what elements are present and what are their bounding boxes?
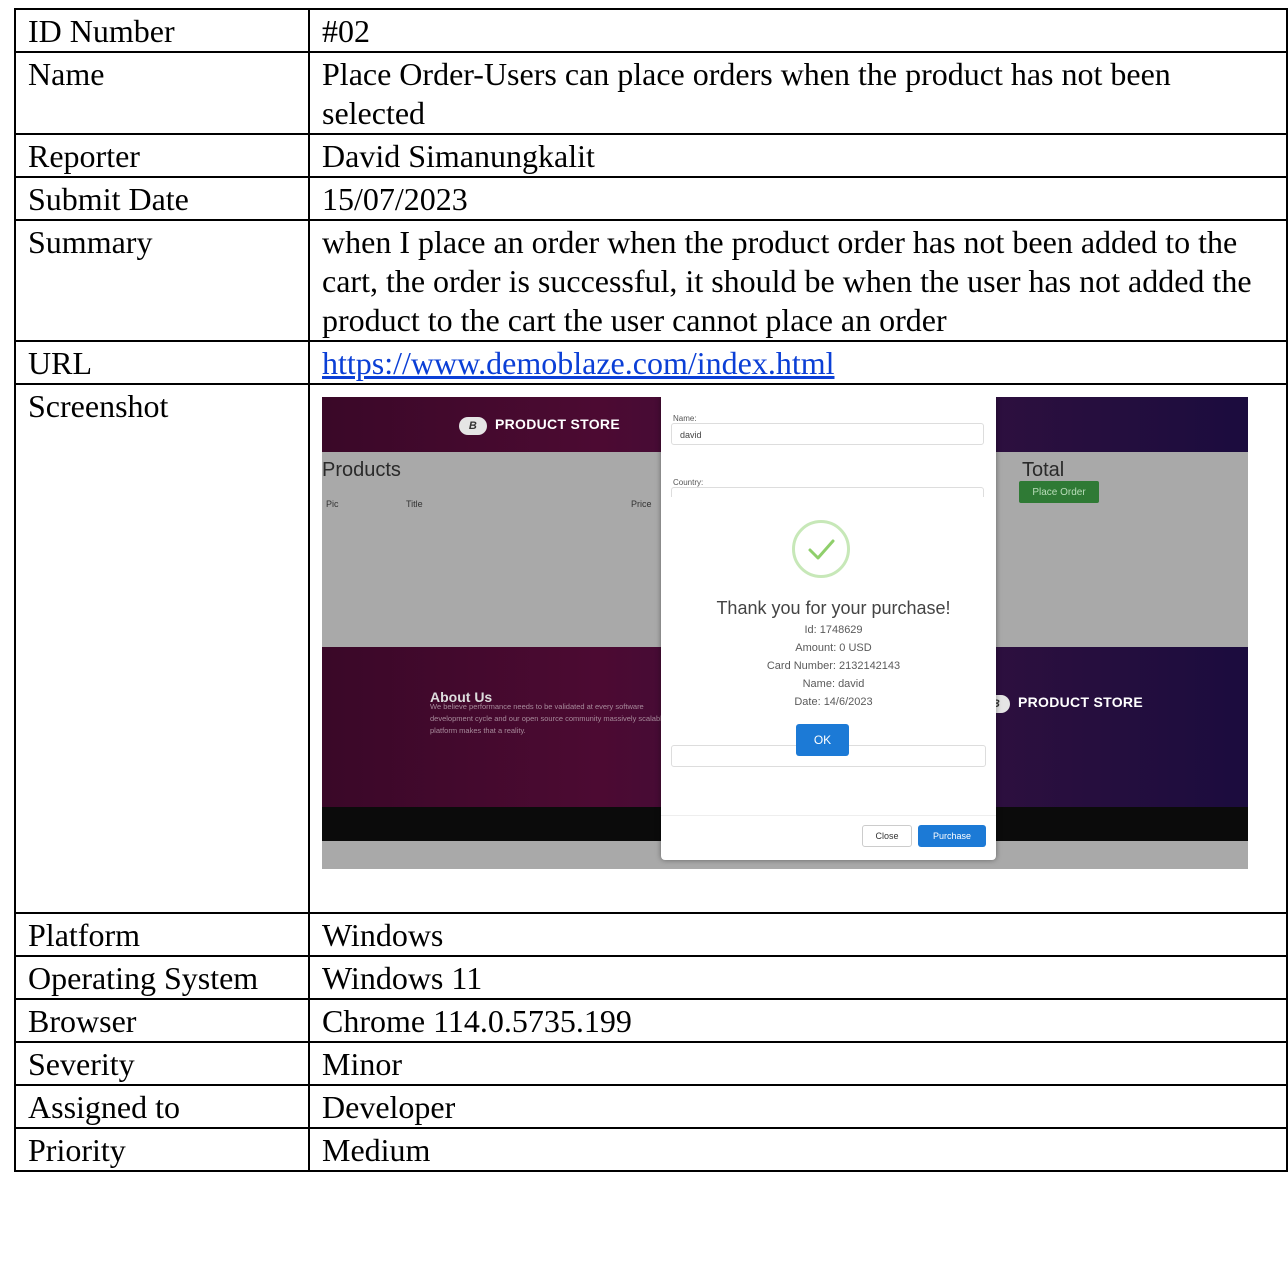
- label-summary: Summary: [14, 219, 310, 342]
- alert-card-number: Card Number: 2132142143: [766, 660, 901, 672]
- screenshot-image: B PRODUCT STORE Products Pic Title Price …: [322, 397, 1248, 869]
- about-us-text: We believe performance needs to be valid…: [430, 702, 666, 735]
- row-id-number: ID Number #02: [14, 8, 1288, 53]
- alert-date: Date: 14/6/2023: [794, 696, 873, 708]
- row-severity: Severity Minor: [14, 1041, 1288, 1086]
- row-assigned-to: Assigned to Developer: [14, 1084, 1288, 1129]
- value-url: https://www.demoblaze.com/index.html: [308, 340, 1288, 385]
- bug-report-table: ID Number #02 Name Place Order-Users can…: [14, 8, 1288, 1172]
- label-platform: Platform: [14, 912, 310, 957]
- label-submit-date: Submit Date: [14, 176, 310, 221]
- row-url: URL https://www.demoblaze.com/index.html: [14, 340, 1288, 385]
- store-brand-top: B PRODUCT STORE: [459, 405, 620, 444]
- value-priority: Medium: [308, 1127, 1288, 1172]
- column-price: Price: [631, 499, 652, 509]
- label-severity: Severity: [14, 1041, 310, 1086]
- label-id-number: ID Number: [14, 8, 310, 53]
- label-reporter: Reporter: [14, 133, 310, 178]
- value-screenshot: B PRODUCT STORE Products Pic Title Price …: [308, 383, 1288, 914]
- close-button[interactable]: Close: [862, 825, 912, 847]
- store-brand-footer: B PRODUCT STORE: [982, 683, 1143, 722]
- value-reporter: David Simanungkalit: [308, 133, 1288, 178]
- ok-button[interactable]: OK: [796, 724, 849, 756]
- store-brand-text: PRODUCT STORE: [1018, 694, 1143, 710]
- value-submit-date: 15/07/2023: [308, 176, 1288, 221]
- label-screenshot: Screenshot: [14, 383, 310, 914]
- value-operating-system: Windows 11: [308, 955, 1288, 1000]
- alert-details: Id: 1748629 Amount: 0 USD Card Number: 2…: [661, 621, 1006, 711]
- url-link[interactable]: https://www.demoblaze.com/index.html: [322, 345, 835, 381]
- label-url: URL: [14, 340, 310, 385]
- value-name: Place Order-Users can place orders when …: [308, 51, 1288, 135]
- alert-name: Name: david: [802, 678, 865, 690]
- value-summary: when I place an order when the product o…: [308, 219, 1288, 342]
- modal-footer-divider: [661, 815, 996, 816]
- row-browser: Browser Chrome 114.0.5735.199: [14, 998, 1288, 1043]
- row-name: Name Place Order-Users can place orders …: [14, 51, 1288, 135]
- label-operating-system: Operating System: [14, 955, 310, 1000]
- row-platform: Platform Windows: [14, 912, 1288, 957]
- value-browser: Chrome 114.0.5735.199: [308, 998, 1288, 1043]
- alert-id: Id: 1748629: [804, 624, 863, 636]
- store-brand-text: PRODUCT STORE: [495, 416, 620, 432]
- column-pic: Pic: [326, 499, 339, 509]
- column-title: Title: [406, 499, 423, 509]
- row-screenshot: Screenshot B PRODUCT STORE Products Pic T…: [14, 383, 1288, 914]
- label-name: Name: [14, 51, 310, 135]
- name-field[interactable]: david: [671, 423, 984, 445]
- value-platform: Windows: [308, 912, 1288, 957]
- place-order-button[interactable]: Place Order: [1019, 481, 1099, 503]
- label-assigned-to: Assigned to: [14, 1084, 310, 1129]
- checkmark-icon: [792, 520, 850, 578]
- row-priority: Priority Medium: [14, 1127, 1288, 1172]
- value-id-number: #02: [308, 8, 1288, 53]
- label-priority: Priority: [14, 1127, 310, 1172]
- purchase-button[interactable]: Purchase: [918, 825, 986, 847]
- row-operating-system: Operating System Windows 11: [14, 955, 1288, 1000]
- row-submit-date: Submit Date 15/07/2023: [14, 176, 1288, 221]
- store-logo-icon: B: [459, 417, 487, 435]
- label-browser: Browser: [14, 998, 310, 1043]
- alert-amount: Amount: 0 USD: [795, 642, 872, 654]
- row-summary: Summary when I place an order when the p…: [14, 219, 1288, 342]
- value-assigned-to: Developer: [308, 1084, 1288, 1129]
- value-severity: Minor: [308, 1041, 1288, 1086]
- row-reporter: Reporter David Simanungkalit: [14, 133, 1288, 178]
